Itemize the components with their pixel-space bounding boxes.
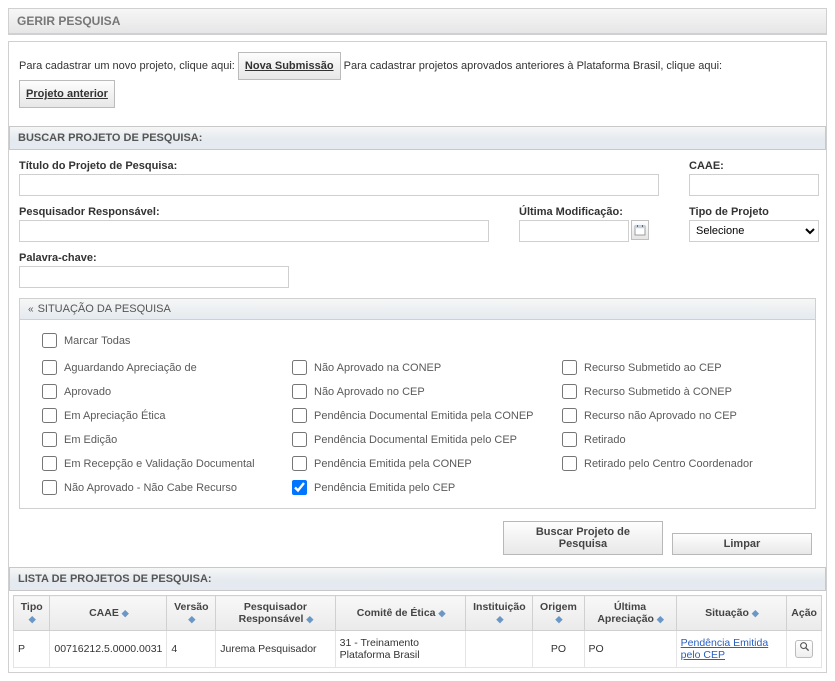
title-input[interactable] (19, 174, 659, 196)
buscar-button[interactable]: Buscar Projeto de Pesquisa (503, 521, 663, 555)
limpar-button[interactable]: Limpar (672, 533, 812, 555)
col-acao: Ação (787, 596, 822, 631)
ultima-mod-label: Última Modificação: (519, 206, 659, 218)
calendar-icon[interactable] (631, 220, 649, 240)
palavra-input[interactable] (19, 266, 289, 288)
search-heading: BUSCAR PROJETO DE PESQUISA: (9, 126, 826, 150)
table-row: P 00716212.5.0000.0031 4 Jurema Pesquisa… (14, 631, 822, 668)
col-caae[interactable]: CAAE ◆ (50, 596, 167, 631)
palavra-label: Palavra-chave: (19, 252, 289, 264)
caae-input[interactable] (689, 174, 819, 196)
col-ultima-apreciacao[interactable]: Última Apreciação ◆ (584, 596, 676, 631)
col-comite[interactable]: Comitê de Ética ◆ (335, 596, 466, 631)
collapse-icon[interactable]: « (28, 304, 34, 315)
col-instituicao[interactable]: Instituição ◆ (466, 596, 533, 631)
marcar-todas-checkbox[interactable] (42, 333, 57, 348)
tipo-label: Tipo de Projeto (689, 206, 835, 218)
page-header: GERIR PESQUISA (8, 8, 827, 35)
chk-pend-doc-cep[interactable] (292, 432, 307, 447)
intro-text-1: Para cadastrar um novo projeto, clique a… (19, 60, 235, 72)
chk-pend-conep[interactable] (292, 456, 307, 471)
cell-ua: PO (584, 631, 676, 668)
chk-recurso-nao-aprov[interactable] (562, 408, 577, 423)
col-versao[interactable]: Versão ◆ (167, 596, 216, 631)
cell-tipo: P (14, 631, 50, 668)
pesquisador-label: Pesquisador Responsável: (19, 206, 489, 218)
nova-submissao-button[interactable]: Nova Submissão (238, 52, 341, 80)
caae-label: CAAE: (689, 160, 819, 172)
cell-pr: Jurema Pesquisador (216, 631, 335, 668)
col-origem[interactable]: Origem ◆ (533, 596, 584, 631)
cell-origem: PO (533, 631, 584, 668)
chk-retirado[interactable] (562, 432, 577, 447)
col-pesquisador[interactable]: Pesquisador Responsável ◆ (216, 596, 335, 631)
chk-aprovado[interactable] (42, 384, 57, 399)
intro-box: Para cadastrar um novo projeto, clique a… (9, 42, 826, 118)
marcar-todas-label: Marcar Todas (64, 335, 130, 347)
intro-text-2: Para cadastrar projetos aprovados anteri… (344, 60, 722, 72)
col-situacao[interactable]: Situação ◆ (676, 596, 787, 631)
projeto-anterior-button[interactable]: Projeto anterior (19, 80, 115, 108)
col-tipo[interactable]: Tipo ◆ (14, 596, 50, 631)
cell-caae: 00716212.5.0000.0031 (50, 631, 167, 668)
ultima-mod-input[interactable] (519, 220, 629, 242)
pesquisador-input[interactable] (19, 220, 489, 242)
chk-nao-aprov-conep[interactable] (292, 360, 307, 375)
chk-nao-aprov-recurso[interactable] (42, 480, 57, 495)
list-heading: LISTA DE PROJETOS DE PESQUISA: (9, 567, 826, 591)
situacao-fieldset: «SITUAÇÃO DA PESQUISA Marcar Todas Aguar… (19, 298, 816, 509)
chk-pend-doc-conep[interactable] (292, 408, 307, 423)
chk-recurso-conep[interactable] (562, 384, 577, 399)
chk-apreciacao[interactable] (42, 408, 57, 423)
chk-recurso-cep[interactable] (562, 360, 577, 375)
chk-retirado-coord[interactable] (562, 456, 577, 471)
situacao-heading: «SITUAÇÃO DA PESQUISA (20, 299, 815, 320)
chk-pend-cep[interactable] (292, 480, 307, 495)
table-header-row: Tipo ◆ CAAE ◆ Versão ◆ Pesquisador Respo… (14, 596, 822, 631)
search-form: Título do Projeto de Pesquisa: CAAE: Pes… (9, 150, 826, 567)
cell-comite: 31 - Treinamento Plataforma Brasil (335, 631, 466, 668)
chk-aguardando[interactable] (42, 360, 57, 375)
tipo-select[interactable]: Selecione (689, 220, 819, 242)
zoom-icon[interactable] (795, 640, 813, 658)
page-title: GERIR PESQUISA (9, 9, 826, 34)
cell-versao: 4 (167, 631, 216, 668)
title-label: Título do Projeto de Pesquisa: (19, 160, 659, 172)
chk-edicao[interactable] (42, 432, 57, 447)
sort-icon: ◆ (29, 614, 35, 624)
cell-inst (466, 631, 533, 668)
chk-nao-aprov-cep[interactable] (292, 384, 307, 399)
chk-recepcao[interactable] (42, 456, 57, 471)
results-table: Tipo ◆ CAAE ◆ Versão ◆ Pesquisador Respo… (13, 595, 822, 668)
